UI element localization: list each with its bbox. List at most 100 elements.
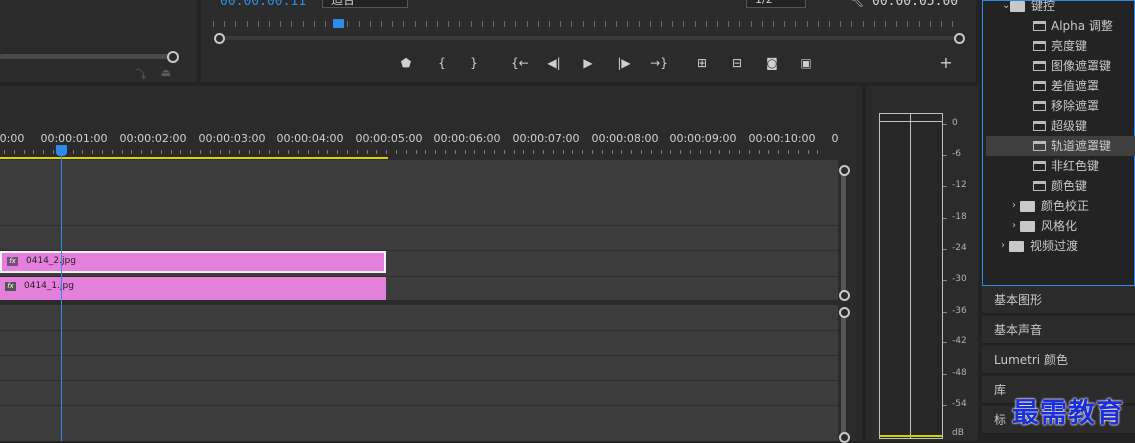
chevron-right-icon[interactable]: ›: [1001, 236, 1005, 256]
audio-meter: [879, 113, 943, 439]
program-ruler-tick: [907, 21, 909, 27]
insert-icon[interactable]: ⤵: [132, 66, 150, 81]
extract-button[interactable]: ⊟: [727, 54, 747, 72]
export-frame-icon[interactable]: ⏏: [157, 66, 175, 80]
program-ruler-tick: [717, 21, 718, 27]
program-ruler-tick: [885, 21, 886, 27]
program-zoom-handle-right[interactable]: [954, 33, 965, 44]
db-scale-label: -6: [952, 149, 961, 159]
effects-tree-item[interactable]: › 颜色校正: [986, 196, 1135, 216]
timeline-ruler-tick: [307, 150, 309, 154]
step-forward-button[interactable]: |▶: [616, 54, 632, 72]
audio-tracks-area[interactable]: [0, 305, 838, 441]
timeline-ruler-label: 00:00:02:00: [119, 132, 187, 145]
source-zoom-bar[interactable]: [0, 54, 174, 59]
program-ruler-tick: [728, 21, 730, 27]
timeline-ruler-tick: [543, 150, 544, 154]
effect-icon: [1033, 141, 1046, 151]
program-ruler-tick: [526, 21, 528, 27]
mark-in-button[interactable]: {: [437, 54, 447, 72]
work-area-bar[interactable]: [0, 157, 388, 159]
program-ruler-tick: [840, 21, 842, 27]
mark-out-button[interactable]: }: [469, 54, 479, 72]
program-ruler[interactable]: [213, 21, 958, 31]
audio-scroll-handle-top[interactable]: [839, 307, 850, 318]
effects-tree-item[interactable]: 图像遮罩键: [986, 56, 1135, 76]
db-scale-label: -54: [952, 399, 967, 409]
timeline-ruler-tick: [239, 150, 241, 154]
resolution-select[interactable]: 1/2: [746, 0, 806, 8]
program-ruler-tick: [851, 21, 853, 27]
chevron-right-icon[interactable]: ›: [1012, 216, 1016, 236]
timeline-ruler-tick: [415, 150, 417, 154]
program-timecode[interactable]: 00:00:00:11: [220, 0, 306, 9]
effects-tree-item[interactable]: 差值遮罩: [986, 76, 1135, 96]
timeline-ruler-tick: [131, 150, 133, 154]
effect-icon: [1033, 161, 1046, 171]
timeline-ruler-tick: [484, 150, 486, 154]
effects-tree-item[interactable]: 移除遮罩: [986, 96, 1135, 116]
clip-0414-1[interactable]: fx 0414_1.jpg: [0, 277, 386, 300]
db-scale-label: -30: [952, 274, 967, 284]
program-ruler-tick: [817, 21, 819, 27]
program-zoom-handle-left[interactable]: [214, 33, 225, 44]
video-scroll-handle-bottom[interactable]: [839, 290, 850, 301]
timeline-ruler-label: 0: [831, 132, 839, 145]
compare-view-button[interactable]: ▣: [796, 54, 816, 72]
effects-tree-item[interactable]: 超级键: [986, 116, 1135, 136]
video-track-scrollbar[interactable]: [841, 170, 846, 297]
timeline-playhead-line[interactable]: [61, 152, 62, 441]
timeline-ruler[interactable]: 0:00 00:00:01:00 00:00:02:00 00:00:03:00 00:…: [0, 126, 840, 160]
effect-icon: [1033, 41, 1046, 51]
effects-tree-item[interactable]: 亮度键: [986, 36, 1135, 56]
audio-scroll-handle-bottom[interactable]: [839, 432, 850, 443]
effects-tree-item[interactable]: Alpha 调整: [986, 16, 1135, 36]
panel-lumetri-color[interactable]: Lumetri 颜色: [982, 346, 1135, 374]
timeline-playhead[interactable]: [56, 145, 67, 156]
effects-tree-item[interactable]: 非红色键: [986, 156, 1135, 176]
timeline-ruler-tick: [278, 150, 280, 154]
program-ruler-tick: [358, 21, 360, 27]
folder-icon: [1010, 1, 1025, 12]
timeline-ruler-tick: [405, 150, 407, 154]
db-scale-tick: [943, 124, 947, 125]
timeline-ruler-tick: [111, 150, 113, 154]
source-zoom-handle[interactable]: [167, 51, 179, 63]
go-to-in-button[interactable]: {←: [511, 54, 529, 72]
effects-tree-item[interactable]: ⌄ 键控: [986, 0, 1135, 16]
timeline-ruler-tick: [43, 150, 45, 154]
timeline-ruler-tick: [552, 150, 554, 154]
timeline-ruler-tick: [180, 150, 182, 154]
program-playhead[interactable]: [333, 19, 344, 28]
settings-wrench-icon[interactable]: 🔧︎: [850, 0, 864, 8]
video-scroll-handle-top[interactable]: [839, 165, 850, 176]
program-ruler-tick: [705, 21, 707, 27]
play-button[interactable]: ▶: [580, 54, 596, 72]
program-ruler-tick: [627, 21, 629, 27]
effects-tree-item[interactable]: › 视频过渡: [986, 236, 1135, 256]
effects-tree-item[interactable]: 轨道遮罩键: [986, 136, 1135, 156]
program-ruler-tick: [661, 21, 662, 27]
effects-tree-item[interactable]: › 风格化: [986, 216, 1135, 236]
timeline-ruler-tick: [768, 150, 770, 154]
timeline-ruler-label: 00:00:05:00: [355, 132, 423, 145]
chevron-right-icon[interactable]: ›: [1012, 196, 1016, 216]
fit-select[interactable]: 适合: [322, 0, 408, 8]
clip-0414-2[interactable]: fx 0414_2.jpg: [0, 251, 386, 273]
timeline-ruler-tick: [690, 150, 691, 154]
timeline-ruler-tick: [788, 150, 789, 154]
audio-track-scrollbar[interactable]: [841, 314, 846, 434]
effects-tree-item[interactable]: 颜色键: [986, 176, 1135, 196]
lift-button[interactable]: ⊞: [692, 54, 712, 72]
program-zoom-bar[interactable]: [218, 36, 960, 40]
go-to-out-button[interactable]: →}: [650, 54, 668, 72]
add-marker-button[interactable]: ⬟: [400, 54, 412, 72]
button-editor-add-button[interactable]: +: [938, 54, 954, 72]
panel-essential-sound[interactable]: 基本声音: [982, 316, 1135, 344]
program-ruler-tick: [593, 21, 595, 27]
program-ruler-tick: [582, 21, 584, 27]
step-back-button[interactable]: ◀|: [546, 54, 562, 72]
panel-essential-graphics[interactable]: 基本图形: [982, 286, 1135, 314]
timeline-ruler-tick: [739, 150, 740, 154]
export-frame-button[interactable]: ◙: [763, 54, 781, 72]
